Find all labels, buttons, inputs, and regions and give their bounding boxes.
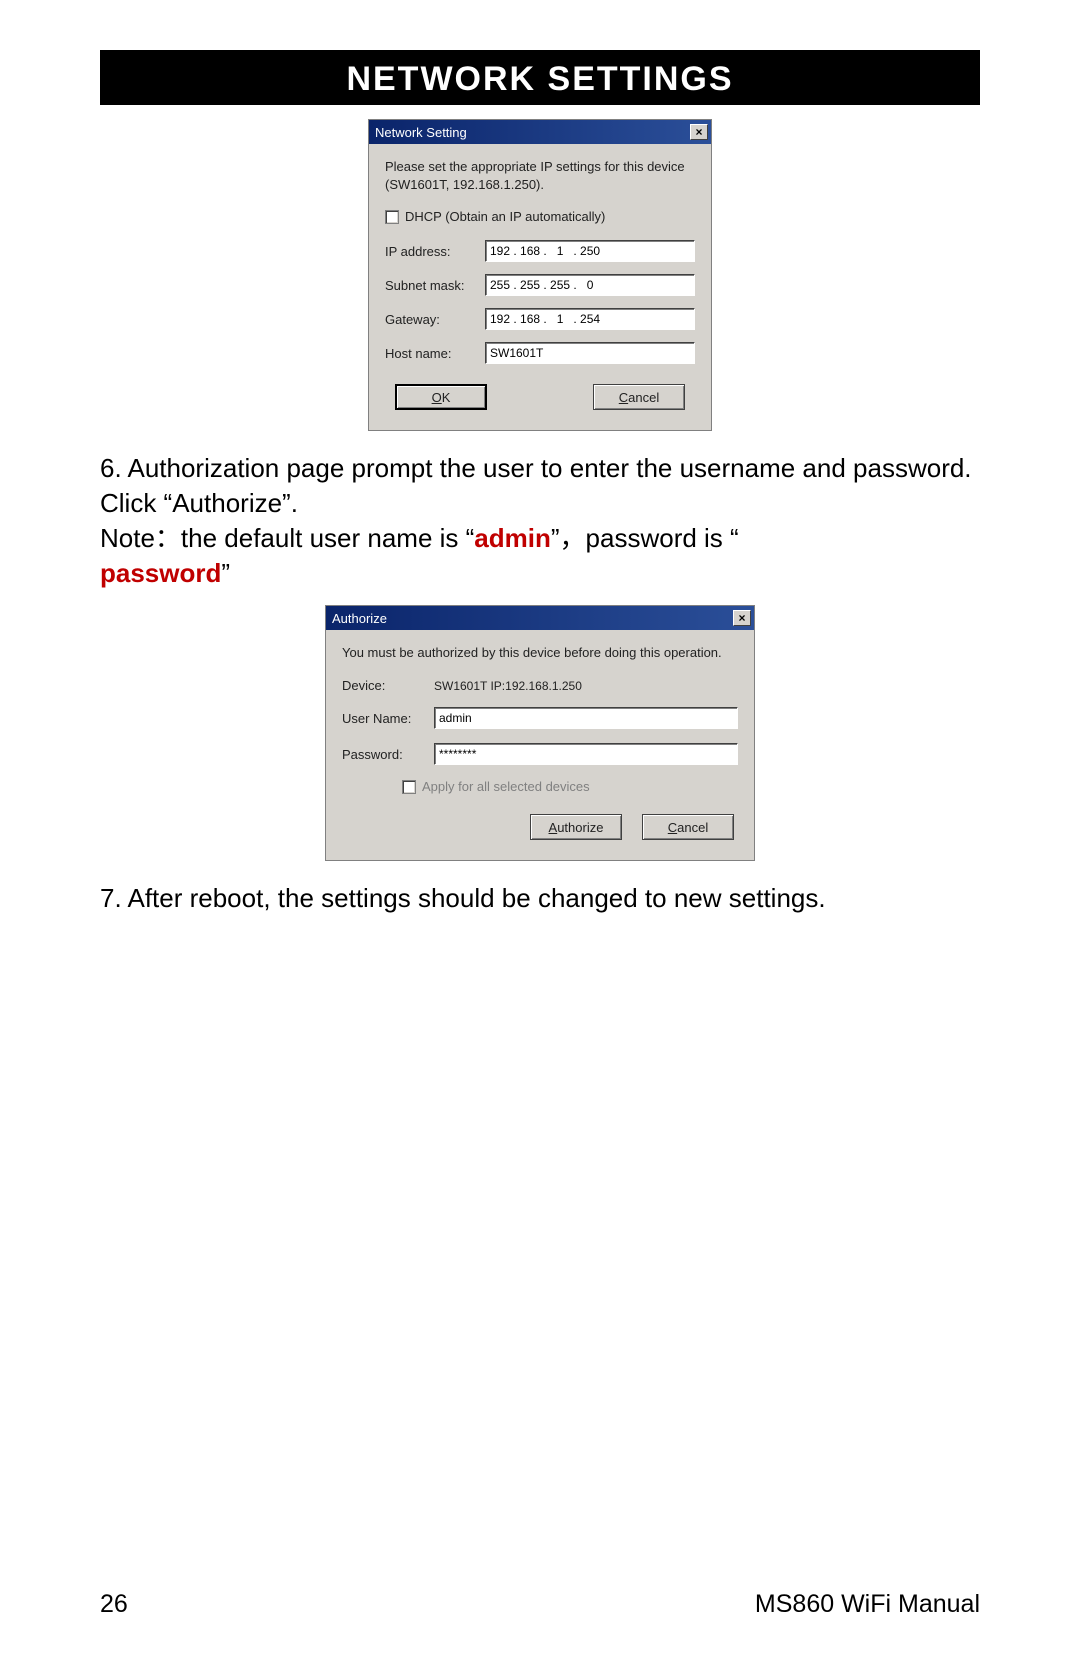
dhcp-checkbox[interactable] xyxy=(385,210,399,224)
dialog-titlebar: Authorize × xyxy=(326,606,754,630)
gateway-input[interactable] xyxy=(485,308,695,330)
subnet-mask-input[interactable] xyxy=(485,274,695,296)
document-title: MS860 WiFi Manual xyxy=(755,1590,980,1619)
ok-button[interactable]: OOKK xyxy=(395,384,487,410)
step-6-text: 6. Authorization page prompt the user to… xyxy=(100,451,980,591)
ip-address-input[interactable] xyxy=(485,240,695,262)
dialog-titlebar: Network Setting × xyxy=(369,120,711,144)
hostname-input[interactable] xyxy=(485,342,695,364)
authorize-button[interactable]: AuthorizeAuthorize xyxy=(530,814,622,840)
dhcp-label: DHCP (Obtain an IP automatically) xyxy=(405,209,605,224)
apply-all-checkbox[interactable] xyxy=(402,780,416,794)
dialog-title: Network Setting xyxy=(375,125,467,140)
dialog-authorize: Authorize × You must be authorized by th… xyxy=(325,605,755,861)
close-icon[interactable]: × xyxy=(733,610,751,626)
cancel-button[interactable]: CancelCancel xyxy=(593,384,685,410)
dialog-network-setting: Network Setting × Please set the appropr… xyxy=(368,119,712,431)
dialog-instruction: Please set the appropriate IP settings f… xyxy=(385,158,695,193)
apply-all-label: Apply for all selected devices xyxy=(422,779,590,794)
device-value: SW1601T IP:192.168.1.250 xyxy=(434,679,582,693)
subnet-mask-label: Subnet mask: xyxy=(385,278,485,293)
dialog-instruction: You must be authorized by this device be… xyxy=(342,644,738,662)
username-label: User Name: xyxy=(342,711,434,726)
device-label: Device: xyxy=(342,678,434,693)
ip-address-label: IP address: xyxy=(385,244,485,259)
hostname-label: Host name: xyxy=(385,346,485,361)
section-header: Network Settings xyxy=(100,50,980,105)
page-footer: 26 MS860 WiFi Manual xyxy=(100,1590,980,1619)
step-7-text: 7. After reboot, the settings should be … xyxy=(100,881,980,916)
page-number: 26 xyxy=(100,1590,128,1619)
username-input[interactable] xyxy=(434,707,738,729)
dialog-title: Authorize xyxy=(332,611,387,626)
password-label: Password: xyxy=(342,747,434,762)
cancel-button[interactable]: CancelCancel xyxy=(642,814,734,840)
gateway-label: Gateway: xyxy=(385,312,485,327)
password-input[interactable] xyxy=(434,743,738,765)
close-icon[interactable]: × xyxy=(690,124,708,140)
